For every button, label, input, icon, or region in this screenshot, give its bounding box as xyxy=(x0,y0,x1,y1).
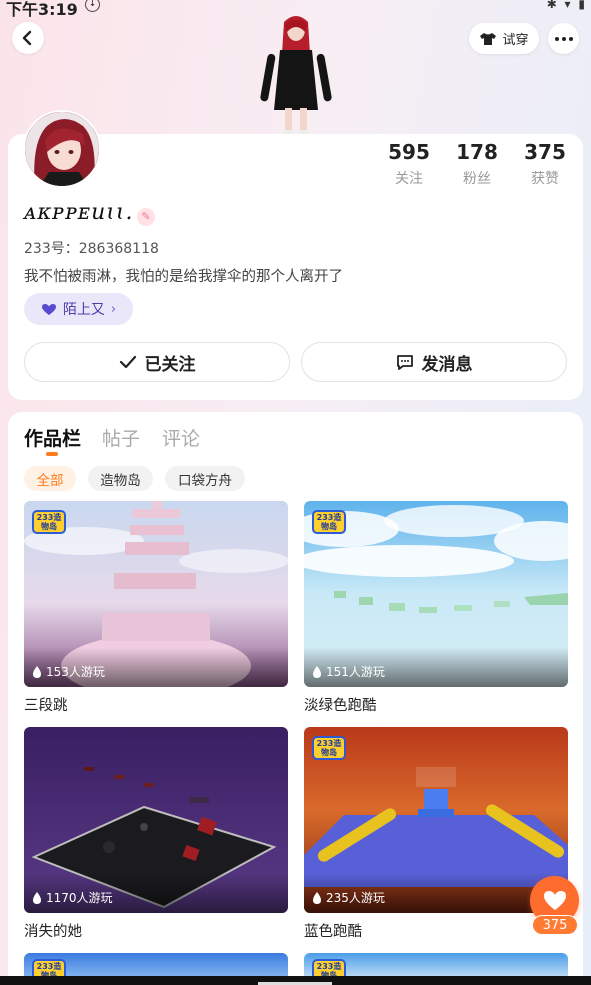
tab-indicator xyxy=(46,452,58,456)
game-title: 消失的她 xyxy=(24,924,82,940)
badge-icon[interactable]: ✎ xyxy=(137,208,155,226)
play-count: 151人游玩 xyxy=(312,663,385,680)
stat-value: 178 xyxy=(456,140,498,164)
flame-icon xyxy=(313,665,321,678)
stat-label: 关注 xyxy=(395,171,423,187)
heart-icon xyxy=(543,891,566,910)
flame-icon xyxy=(313,891,321,904)
game-title: 三段跳 xyxy=(24,698,68,714)
like-count: 375 xyxy=(532,915,578,935)
play-count: 1170人游玩 xyxy=(32,889,113,906)
game-thumbnail: 1170人游玩 xyxy=(24,727,288,913)
follow-button[interactable]: 已关注 xyxy=(24,342,290,382)
heart-icon xyxy=(41,303,56,315)
dot-icon xyxy=(554,36,559,41)
play-count: 153人游玩 xyxy=(32,663,105,680)
status-icons: ✱ ▾ ▮ xyxy=(546,0,587,11)
stat-value: 595 xyxy=(388,140,430,164)
back-arrow-icon xyxy=(22,30,32,46)
username: ᴀᴋᴘᴘᴇuɩɩ. xyxy=(24,200,134,225)
game-thumbnail: 233造物岛 151人游玩 xyxy=(304,501,568,687)
user-id: 233号：286368118 xyxy=(24,241,159,257)
try-on-label: 试穿 xyxy=(502,33,529,48)
stat-label: 粉丝 xyxy=(463,171,491,187)
creation-island-logo: 233造物岛 xyxy=(32,959,66,976)
tag-label: 陌上又 xyxy=(62,302,105,318)
stat-label: 获赞 xyxy=(531,171,559,187)
play-count-text: 151人游玩 xyxy=(326,665,385,679)
stat-value: 375 xyxy=(524,140,566,164)
play-count-text: 153人游玩 xyxy=(46,665,105,679)
follow-label: 已关注 xyxy=(144,354,196,375)
filter-pocket-ark[interactable]: 口袋方舟 xyxy=(165,466,245,491)
chevron-right-icon: › xyxy=(110,301,117,317)
play-count: 235人游玩 xyxy=(312,889,385,906)
download-icon: ↓ xyxy=(85,0,100,12)
game-card[interactable]: 233造物岛 153人游玩 三段跳 xyxy=(24,501,288,715)
tab-works[interactable]: 作品栏 xyxy=(24,424,81,451)
avatar[interactable] xyxy=(23,110,101,188)
flame-icon xyxy=(33,891,41,904)
dot-icon xyxy=(568,36,573,41)
tab-posts[interactable]: 帖子 xyxy=(102,424,140,451)
dot-icon xyxy=(561,36,566,41)
tshirt-icon xyxy=(480,32,497,45)
creation-island-logo: 233造物岛 xyxy=(312,959,346,976)
game-card-partial[interactable]: 233造物岛 xyxy=(304,953,568,976)
game-title: 蓝色跑酷 xyxy=(304,924,362,940)
game-card[interactable]: 233造物岛 235人游玩 蓝色跑酷 xyxy=(304,727,568,941)
chat-icon xyxy=(396,354,413,370)
creation-island-logo: 233造物岛 xyxy=(32,510,66,534)
tab-comments[interactable]: 评论 xyxy=(162,424,200,451)
stat-following[interactable]: 595 关注 xyxy=(379,140,439,188)
bio: 我不怕被雨淋，我怕的是给我撑伞的那个人离开了 xyxy=(24,269,343,285)
status-time: 下午3:19 xyxy=(6,0,78,19)
filter-creation-island[interactable]: 造物岛 xyxy=(88,466,153,491)
game-card[interactable]: 233造物岛 151人游玩 淡绿色跑酷 xyxy=(304,501,568,715)
game-thumbnail: 233造物岛 235人游玩 xyxy=(304,727,568,913)
more-options-button[interactable] xyxy=(548,23,579,54)
back-button[interactable] xyxy=(12,22,44,54)
try-on-button[interactable]: 试穿 xyxy=(469,23,539,54)
game-title: 淡绿色跑酷 xyxy=(304,698,377,714)
play-count-text: 235人游玩 xyxy=(326,891,385,905)
play-count-text: 1170人游玩 xyxy=(46,891,113,905)
game-card-partial[interactable]: 233造物岛 xyxy=(24,953,288,976)
filter-all[interactable]: 全部 xyxy=(24,466,76,491)
stat-likes[interactable]: 375 获赞 xyxy=(515,140,575,188)
check-icon xyxy=(119,355,136,369)
stat-followers[interactable]: 178 粉丝 xyxy=(447,140,507,188)
creation-island-logo: 233造物岛 xyxy=(312,510,346,534)
game-card[interactable]: 1170人游玩 消失的她 xyxy=(24,727,288,941)
avatar-character-figure xyxy=(260,16,332,135)
creation-island-logo: 233造物岛 xyxy=(312,736,346,760)
relationship-tag[interactable]: 陌上又 › xyxy=(24,293,133,325)
flame-icon xyxy=(33,665,41,678)
game-thumbnail: 233造物岛 153人游玩 xyxy=(24,501,288,687)
message-label: 发消息 xyxy=(421,354,473,375)
message-button[interactable]: 发消息 xyxy=(301,342,567,382)
